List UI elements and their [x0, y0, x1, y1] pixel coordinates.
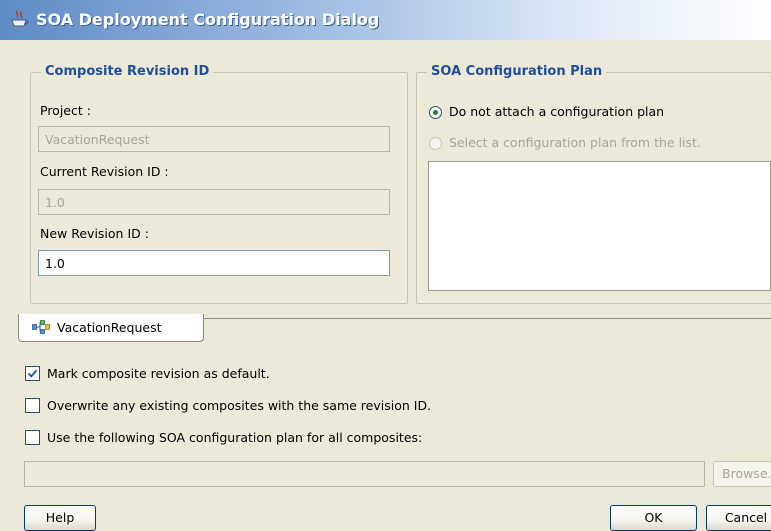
new-revision-label: New Revision ID : [40, 226, 149, 241]
coffee-cup-icon [10, 10, 29, 30]
browse-button[interactable]: Browse... [713, 461, 771, 487]
project-field[interactable]: VacationRequest [38, 126, 390, 152]
composite-icon [32, 320, 50, 334]
use-plan-checkbox[interactable] [25, 430, 40, 445]
config-plan-legend: SOA Configuration Plan [427, 64, 607, 79]
no-plan-label[interactable]: Do not attach a configuration plan [449, 104, 664, 119]
window-title: SOA Deployment Configuration Dialog [36, 10, 380, 29]
mark-default-label[interactable]: Mark composite revision as default. [47, 366, 270, 381]
title-bar[interactable]: SOA Deployment Configuration Dialog [0, 0, 771, 40]
tab-label: VacationRequest [57, 320, 162, 335]
mark-default-checkbox[interactable] [25, 366, 40, 381]
overwrite-label[interactable]: Overwrite any existing composites with t… [47, 398, 431, 413]
select-plan-radio[interactable] [429, 137, 442, 150]
current-revision-label: Current Revision ID : [40, 164, 169, 179]
help-button[interactable]: Help [24, 505, 96, 531]
use-plan-label[interactable]: Use the following SOA configuration plan… [47, 430, 422, 445]
no-plan-radio[interactable] [429, 106, 442, 119]
select-plan-label[interactable]: Select a configuration plan from the lis… [449, 135, 701, 150]
overwrite-checkbox[interactable] [25, 398, 40, 413]
new-revision-field[interactable]: 1.0 [38, 250, 390, 276]
plan-path-field[interactable] [24, 461, 705, 487]
project-label: Project : [40, 103, 91, 118]
config-plan-list[interactable] [428, 161, 771, 291]
ok-button[interactable]: OK [610, 505, 697, 531]
tab-vacation-request[interactable]: VacationRequest [18, 314, 204, 342]
current-revision-field[interactable]: 1.0 [38, 189, 390, 215]
composite-revision-legend: Composite Revision ID [41, 64, 214, 79]
checkmark-icon [27, 369, 38, 378]
cancel-button[interactable]: Cancel [706, 505, 771, 531]
